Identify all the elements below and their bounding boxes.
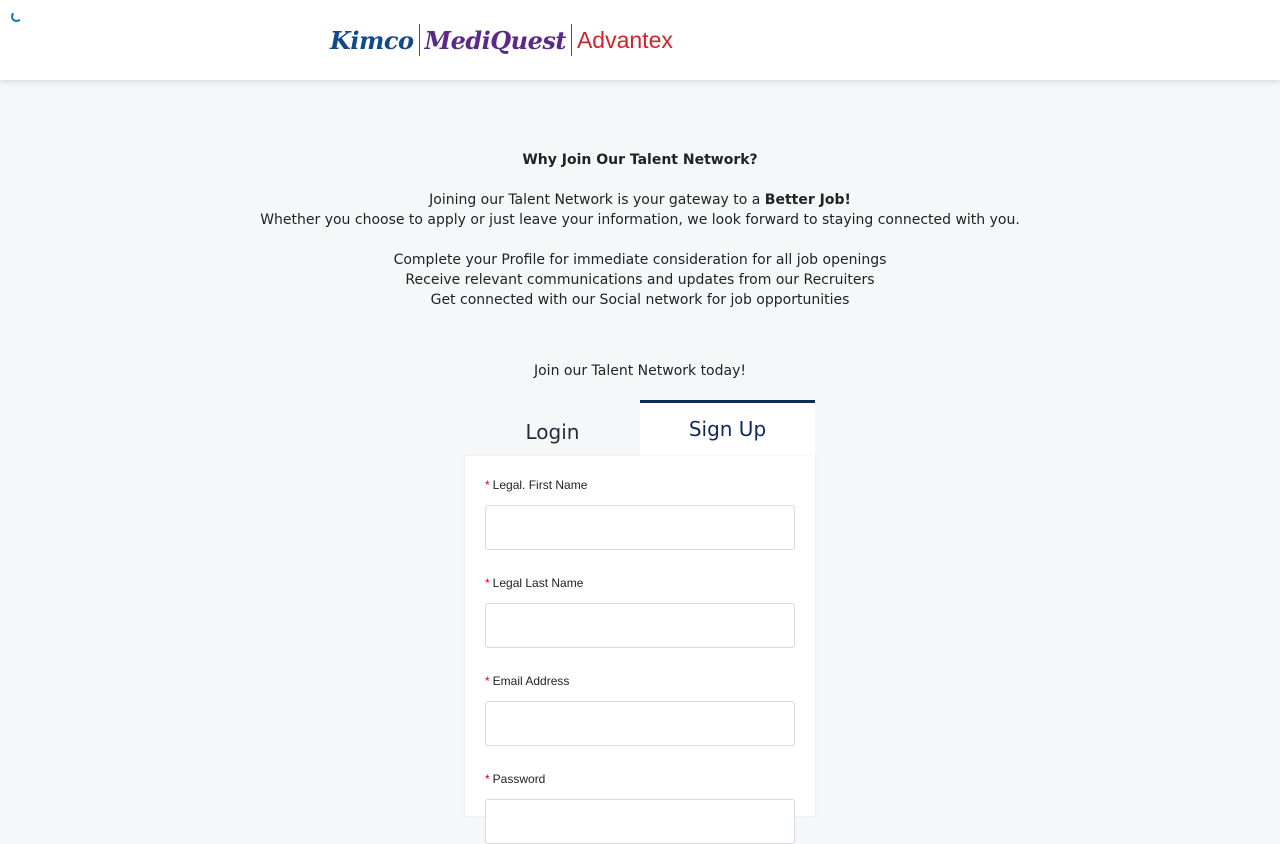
- benefit-item: Complete your Profile for immediate cons…: [393, 252, 887, 268]
- site-header: Kimco MediQuest Advantex: [0, 0, 1280, 80]
- last-name-field-group: * Legal Last Name: [485, 576, 795, 648]
- last-name-input[interactable]: [485, 603, 795, 648]
- talent-network-intro: Why Join Our Talent Network? Joining our…: [0, 150, 1280, 310]
- intro-line-2: Whether you choose to apply or just leav…: [260, 212, 1020, 228]
- email-label: * Email Address: [485, 674, 795, 688]
- first-name-input[interactable]: [485, 505, 795, 550]
- first-name-label-text: Legal. First Name: [492, 478, 588, 492]
- email-label-text: Email Address: [492, 674, 570, 688]
- required-mark: *: [485, 674, 490, 688]
- email-input[interactable]: [485, 701, 795, 746]
- tab-login[interactable]: Login: [465, 400, 640, 456]
- last-name-label-text: Legal Last Name: [492, 576, 584, 590]
- last-name-label: * Legal Last Name: [485, 576, 795, 590]
- logo-divider: [418, 24, 420, 56]
- intro-title: Why Join Our Talent Network?: [522, 152, 758, 168]
- logo-kimco: Kimco: [330, 25, 414, 55]
- signup-form: * Legal. First Name * Legal Last Name * Ema…: [465, 456, 815, 844]
- password-field-group: * Password: [485, 772, 795, 844]
- intro-line-1-bold: Better Job!: [764, 192, 851, 208]
- first-name-field-group: * Legal. First Name: [485, 478, 795, 550]
- required-mark: *: [485, 772, 490, 786]
- join-cta-text: Join our Talent Network today!: [533, 363, 746, 379]
- email-field-group: * Email Address: [485, 674, 795, 746]
- benefit-item: Receive relevant communications and upda…: [405, 272, 875, 288]
- loading-spinner-icon: [11, 11, 22, 22]
- intro-line-1-text: Joining our Talent Network is your gatew…: [429, 192, 765, 208]
- required-mark: *: [485, 576, 490, 590]
- password-label: * Password: [485, 772, 795, 786]
- company-logo[interactable]: Kimco MediQuest Advantex: [330, 24, 673, 56]
- tab-signup[interactable]: Sign Up: [640, 400, 815, 456]
- first-name-label: * Legal. First Name: [485, 478, 795, 492]
- password-input[interactable]: [485, 799, 795, 844]
- required-mark: *: [485, 478, 490, 492]
- intro-line-1: Joining our Talent Network is your gatew…: [0, 190, 1280, 210]
- password-label-text: Password: [492, 772, 546, 786]
- benefit-item: Get connected with our Social network fo…: [430, 292, 850, 308]
- logo-advantex: Advantex: [576, 26, 673, 53]
- logo-mediquest: MediQuest: [424, 25, 567, 55]
- logo-divider: [570, 24, 572, 56]
- auth-tabs: Login Sign Up: [465, 400, 815, 456]
